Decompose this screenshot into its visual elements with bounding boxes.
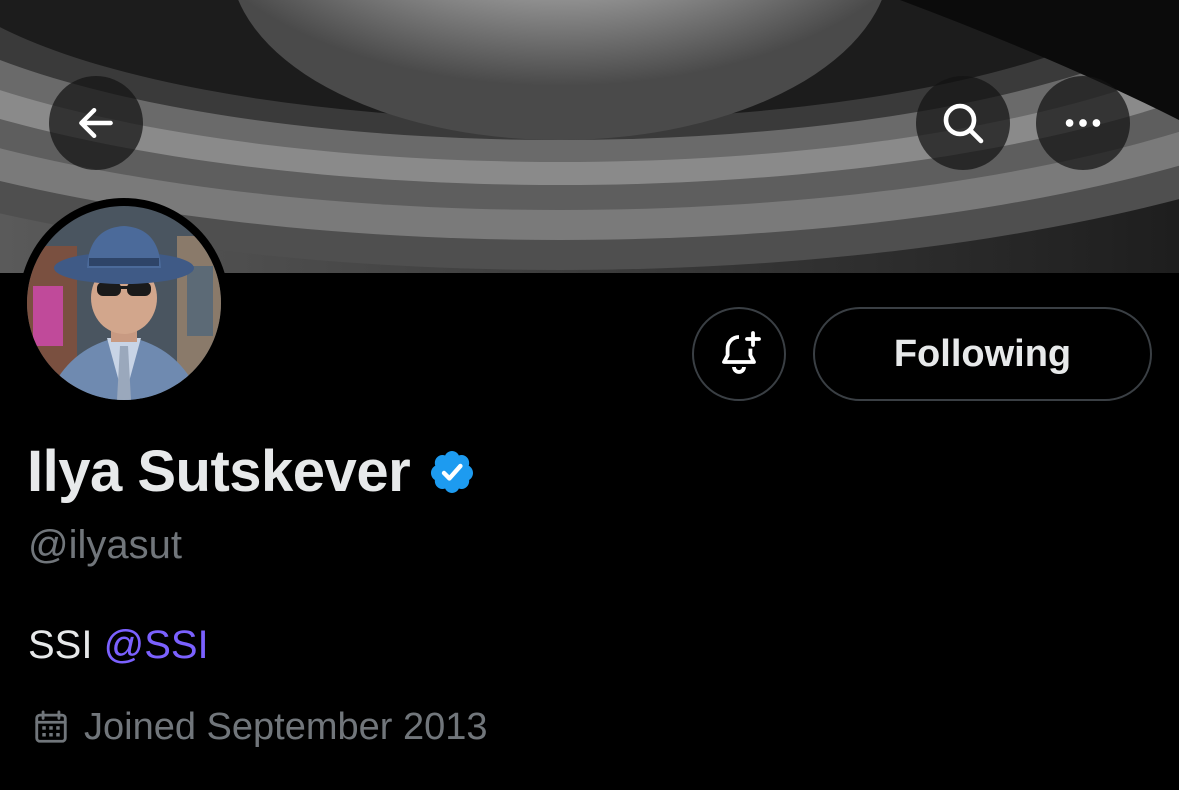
back-button[interactable] xyxy=(49,76,143,170)
bio-mention-link[interactable]: @SSI xyxy=(104,623,209,667)
search-button[interactable] xyxy=(916,76,1010,170)
following-label: Following xyxy=(893,332,1072,375)
profile-screen: Following Ilya Sutskever @ilyasut SSI @S… xyxy=(0,0,1179,790)
profile-handle: @ilyasut xyxy=(28,523,182,567)
verified-badge-icon[interactable] xyxy=(428,448,476,496)
profile-bio: SSI @SSI xyxy=(28,620,209,670)
notifications-button[interactable] xyxy=(692,307,786,401)
display-name: Ilya Sutskever xyxy=(27,439,411,504)
joined-date: Joined September 2013 xyxy=(32,702,488,752)
bell-plus-icon xyxy=(722,331,761,374)
more-button[interactable] xyxy=(1036,76,1130,170)
joined-text: Joined September 2013 xyxy=(84,706,488,748)
avatar-ring xyxy=(19,198,229,408)
bio-text: SSI xyxy=(28,623,104,667)
search-icon xyxy=(943,103,984,144)
name-row: Ilya Sutskever xyxy=(27,436,476,508)
arrow-left-icon xyxy=(79,107,113,139)
more-horizontal-icon xyxy=(1065,119,1101,127)
calendar-icon xyxy=(35,710,67,743)
avatar[interactable] xyxy=(27,206,221,400)
avatar-image xyxy=(27,206,221,400)
following-button[interactable]: Following xyxy=(813,307,1152,401)
